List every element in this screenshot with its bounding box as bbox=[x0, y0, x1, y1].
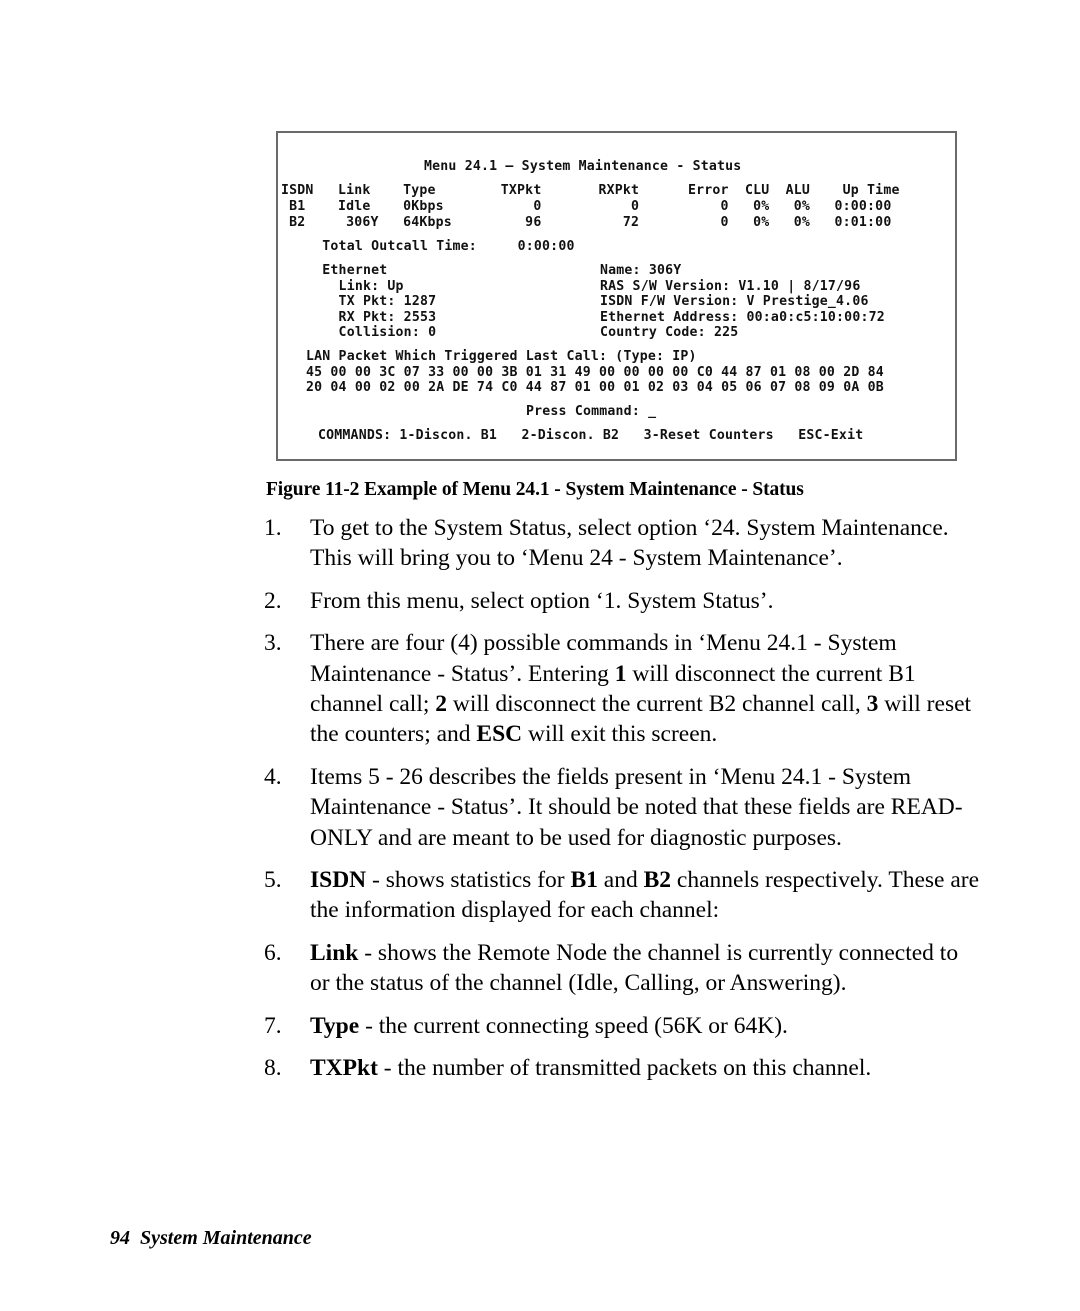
press-command-prompt[interactable]: Press Command: _ bbox=[526, 404, 656, 420]
list-item-number: 3. bbox=[264, 630, 282, 657]
list-item-text: TXPkt - the number of transmitted packet… bbox=[310, 1055, 872, 1082]
table-row: B2 306Y 64Kbps 96 72 0 0% 0% 0:01:00 bbox=[281, 215, 892, 230]
lan-packet-hex-line-2: 20 04 00 02 00 2A DE 74 C0 44 87 01 00 0… bbox=[306, 380, 884, 396]
list-item: 8. TXPkt - the number of transmitted pac… bbox=[264, 1053, 980, 1083]
ethernet-link-line: Link: Up bbox=[306, 278, 404, 294]
page-footer: 94 System Maintenance bbox=[110, 1227, 312, 1249]
ras-sw-version-line: RAS S/W Version: V1.10 | 8/17/96 bbox=[600, 278, 861, 294]
list-item-text: From this menu, select option ‘1. System… bbox=[310, 587, 774, 614]
list-item-text: To get to the System Status, select opti… bbox=[310, 515, 949, 572]
list-item-number: 4. bbox=[264, 763, 282, 790]
list-item: 6. Link - shows the Remote Node the chan… bbox=[264, 938, 980, 999]
list-item: 4. Items 5 - 26 describes the fields pre… bbox=[264, 762, 980, 853]
list-item: 3. There are four (4) possible commands … bbox=[264, 628, 980, 750]
list-item: 2. From this menu, select option ‘1. Sys… bbox=[264, 586, 980, 616]
commands-line: COMMANDS: 1-Discon. B1 2-Discon. B2 3-Re… bbox=[318, 428, 864, 443]
ethernet-collision-line: Collision: 0 bbox=[306, 325, 437, 341]
terminal-table-header: ISDN Link Type TXPkt RXPkt Error CLU ALU… bbox=[281, 183, 900, 198]
list-item-text: There are four (4) possible commands in … bbox=[310, 630, 972, 748]
total-outcall-time-line: Total Outcall Time: 0:00:00 bbox=[306, 239, 575, 254]
ethernet-rx-pkt-line: RX Pkt: 2553 bbox=[306, 309, 437, 325]
list-item-text: Items 5 - 26 describes the fields presen… bbox=[310, 763, 963, 851]
ethernet-tx-pkt-line: TX Pkt: 1287 bbox=[306, 294, 437, 310]
instruction-list: 1. To get to the System Status, select o… bbox=[264, 513, 980, 1096]
list-item-number: 6. bbox=[264, 939, 282, 966]
figure-caption: Figure 11-2 Example of Menu 24.1 - Syste… bbox=[266, 479, 804, 500]
list-item-number: 8. bbox=[264, 1055, 282, 1082]
list-item-text: ISDN - shows statistics for B1 and B2 ch… bbox=[310, 867, 980, 924]
terminal-title: Menu 24.1 — System Maintenance - Status bbox=[424, 159, 742, 174]
lan-packet-hex-line-1: 45 00 00 3C 07 33 00 00 3B 01 31 49 00 0… bbox=[306, 364, 884, 380]
list-item-text: Type - the current connecting speed (56K… bbox=[310, 1012, 788, 1039]
list-item: 1. To get to the System Status, select o… bbox=[264, 513, 980, 574]
ethernet-address-line: Ethernet Address: 00:a0:c5:10:00:72 bbox=[600, 309, 885, 325]
table-row: B1 Idle 0Kbps 0 0 0 0% 0% 0:00:00 bbox=[281, 199, 892, 214]
list-item-number: 1. bbox=[264, 515, 282, 541]
list-item-number: 7. bbox=[264, 1012, 282, 1039]
list-item: 7. Type - the current connecting speed (… bbox=[264, 1011, 980, 1041]
list-item-number: 5. bbox=[264, 867, 282, 894]
list-item-text: Link - shows the Remote Node the channel… bbox=[310, 939, 959, 997]
country-code-line: Country Code: 225 bbox=[600, 325, 739, 341]
list-item: 5. ISDN - shows statistics for B1 and B2… bbox=[264, 865, 980, 926]
isdn-fw-version-line: ISDN F/W Version: V Prestige_4.06 bbox=[600, 294, 869, 310]
lan-packet-heading: LAN Packet Which Triggered Last Call: (T… bbox=[306, 349, 697, 364]
system-name-line: Name: 306Y bbox=[600, 263, 682, 278]
terminal-figure-box: Menu 24.1 — System Maintenance - Status … bbox=[276, 131, 957, 461]
ethernet-heading: Ethernet bbox=[306, 263, 388, 278]
terminal-screen: Menu 24.1 — System Maintenance - Status … bbox=[278, 133, 955, 459]
list-item-number: 2. bbox=[264, 587, 282, 614]
